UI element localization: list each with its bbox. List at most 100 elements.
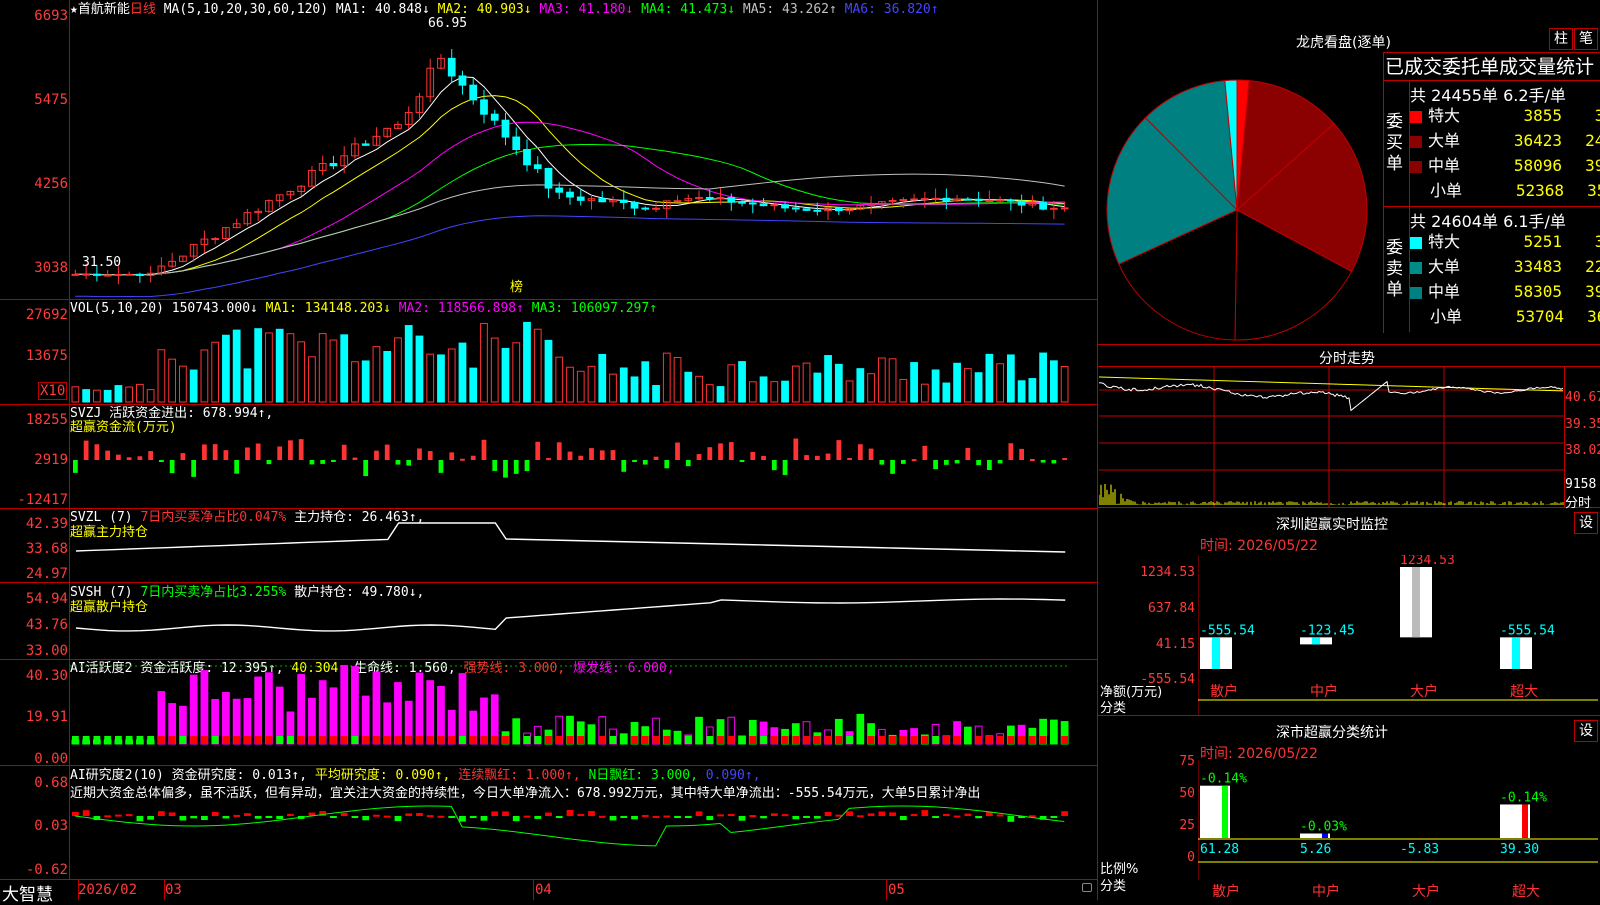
activity-base bbox=[394, 736, 402, 744]
volume-bar bbox=[232, 329, 241, 403]
class-bottom-label: -5.83 bbox=[1400, 842, 1439, 857]
volume-bar bbox=[372, 346, 381, 403]
flow-bar bbox=[750, 451, 756, 460]
volume-chart[interactable] bbox=[70, 318, 1097, 404]
activity-bar bbox=[426, 680, 435, 745]
trade-view-button[interactable]: 笔 bbox=[1574, 28, 1598, 50]
intraday-chart[interactable] bbox=[1099, 367, 1564, 507]
candle-body bbox=[974, 198, 983, 202]
research-bar bbox=[469, 816, 477, 818]
activity-bar bbox=[297, 674, 306, 745]
flow-bar bbox=[696, 454, 702, 460]
order-stats-title: 已成交委托单成交量统计 bbox=[1385, 56, 1595, 78]
svzl-y-tick: 24.97 bbox=[25, 566, 68, 582]
activity-bar bbox=[394, 682, 402, 745]
volume-bar bbox=[254, 328, 263, 403]
order-type: 小单 bbox=[1430, 307, 1463, 326]
activity-base bbox=[641, 736, 649, 744]
activity-base bbox=[190, 736, 198, 744]
lock-icon[interactable] bbox=[1082, 883, 1092, 892]
low-price-label: 31.50 bbox=[82, 255, 122, 270]
left-chart-area[interactable]: ★首航新能日线 MA(5,10,20,30,60,120) MA1: 40.84… bbox=[0, 0, 1098, 905]
bang-marker[interactable]: 榜 bbox=[510, 280, 523, 295]
sz-monitor-settings-button[interactable]: 设 bbox=[1574, 512, 1598, 534]
flow-bar bbox=[320, 460, 326, 464]
research-bar bbox=[416, 812, 423, 816]
vol-y-tick: 13675 bbox=[25, 348, 68, 364]
date-axis-05: 05 bbox=[888, 882, 905, 898]
activity-base bbox=[158, 736, 165, 744]
activity-base bbox=[964, 736, 972, 744]
flow-bar bbox=[793, 438, 799, 460]
activity-base bbox=[749, 736, 757, 744]
ai-active-y-tick: 19.91 bbox=[25, 709, 68, 725]
sz-class-chart[interactable]: -0.14% 61.28 散户 -0.03% 5.26 中户 -5.83 大户 -0.14% 39… bbox=[1198, 760, 1600, 900]
flow-bar bbox=[245, 447, 250, 460]
flow-bar bbox=[384, 444, 390, 460]
candle-body bbox=[566, 191, 574, 198]
activity-base bbox=[523, 736, 531, 744]
order-pie-chart[interactable] bbox=[1105, 60, 1380, 345]
flow-bar bbox=[836, 440, 842, 460]
flow-bar bbox=[341, 444, 347, 460]
holding-line bbox=[75, 522, 1066, 553]
bar-stripe bbox=[1212, 637, 1220, 669]
svzl-chart[interactable] bbox=[70, 509, 1097, 582]
volume-bar bbox=[716, 386, 725, 403]
date-axis-03: 03 bbox=[165, 882, 182, 898]
volume-bar bbox=[953, 362, 961, 403]
bar-view-button[interactable]: 柱 bbox=[1549, 28, 1573, 50]
ai-research-value: 资金研究度: 0.013↑, bbox=[171, 768, 308, 783]
ai-active-chart[interactable] bbox=[70, 660, 1097, 765]
research-bar bbox=[846, 811, 853, 816]
svzj-chart[interactable] bbox=[70, 405, 1097, 508]
flow-bar bbox=[513, 460, 519, 474]
monitor-bar bbox=[1200, 637, 1232, 669]
candle-body bbox=[652, 207, 660, 210]
volume-bar bbox=[1049, 360, 1058, 403]
flow-bar bbox=[470, 455, 476, 460]
research-bar bbox=[190, 816, 198, 819]
date-axis-2026-02: 2026/02 bbox=[78, 882, 138, 898]
activity-base bbox=[437, 736, 445, 744]
favorite-star-icon[interactable]: ★ bbox=[70, 2, 78, 17]
research-bar bbox=[179, 816, 187, 821]
flow-bar bbox=[718, 443, 723, 460]
research-bar bbox=[641, 814, 649, 817]
volume-bar bbox=[157, 349, 166, 403]
order-pct: 36% bbox=[1587, 307, 1600, 326]
activity-bar bbox=[318, 680, 327, 745]
activity-base bbox=[211, 736, 219, 744]
ma-line-1 bbox=[75, 76, 1065, 276]
period-label[interactable]: 日线 bbox=[130, 2, 156, 17]
research-bar bbox=[125, 814, 133, 817]
activity-base bbox=[179, 736, 187, 744]
category-label: 散户 bbox=[1212, 883, 1240, 900]
bar-stripe bbox=[1312, 637, 1320, 645]
flow-bar bbox=[524, 460, 530, 472]
ai-research-chart[interactable] bbox=[70, 800, 1097, 879]
activity-base bbox=[233, 736, 241, 744]
sz-monitor-chart[interactable]: -555.54 散户 -123.45 中户 1234.53 大户 -555.54 超大 bbox=[1198, 555, 1600, 715]
sz-class-settings-button[interactable]: 设 bbox=[1574, 720, 1598, 742]
candle-body bbox=[985, 200, 994, 203]
flow-bar bbox=[427, 451, 433, 460]
volume-bar bbox=[71, 386, 80, 403]
flow-bar bbox=[771, 460, 777, 471]
flow-bar bbox=[675, 442, 680, 460]
candle-body bbox=[1017, 200, 1026, 206]
research-bar bbox=[738, 816, 746, 821]
activity-base bbox=[512, 736, 520, 744]
activity-base bbox=[846, 736, 853, 744]
intraday-y-tick: 39.35 bbox=[1565, 417, 1600, 432]
svsh-chart[interactable] bbox=[70, 583, 1097, 659]
activity-base bbox=[287, 736, 294, 744]
ai-research-nday2: 0.090↑, bbox=[705, 768, 761, 783]
activity-base bbox=[72, 736, 79, 744]
flow-bar bbox=[1029, 458, 1035, 461]
class-y-tick: 75 bbox=[1179, 754, 1195, 769]
candle-body bbox=[910, 198, 918, 201]
candlestick-chart[interactable] bbox=[70, 18, 1097, 298]
activity-base bbox=[545, 736, 552, 744]
order-volume: 5251 bbox=[1523, 232, 1562, 251]
